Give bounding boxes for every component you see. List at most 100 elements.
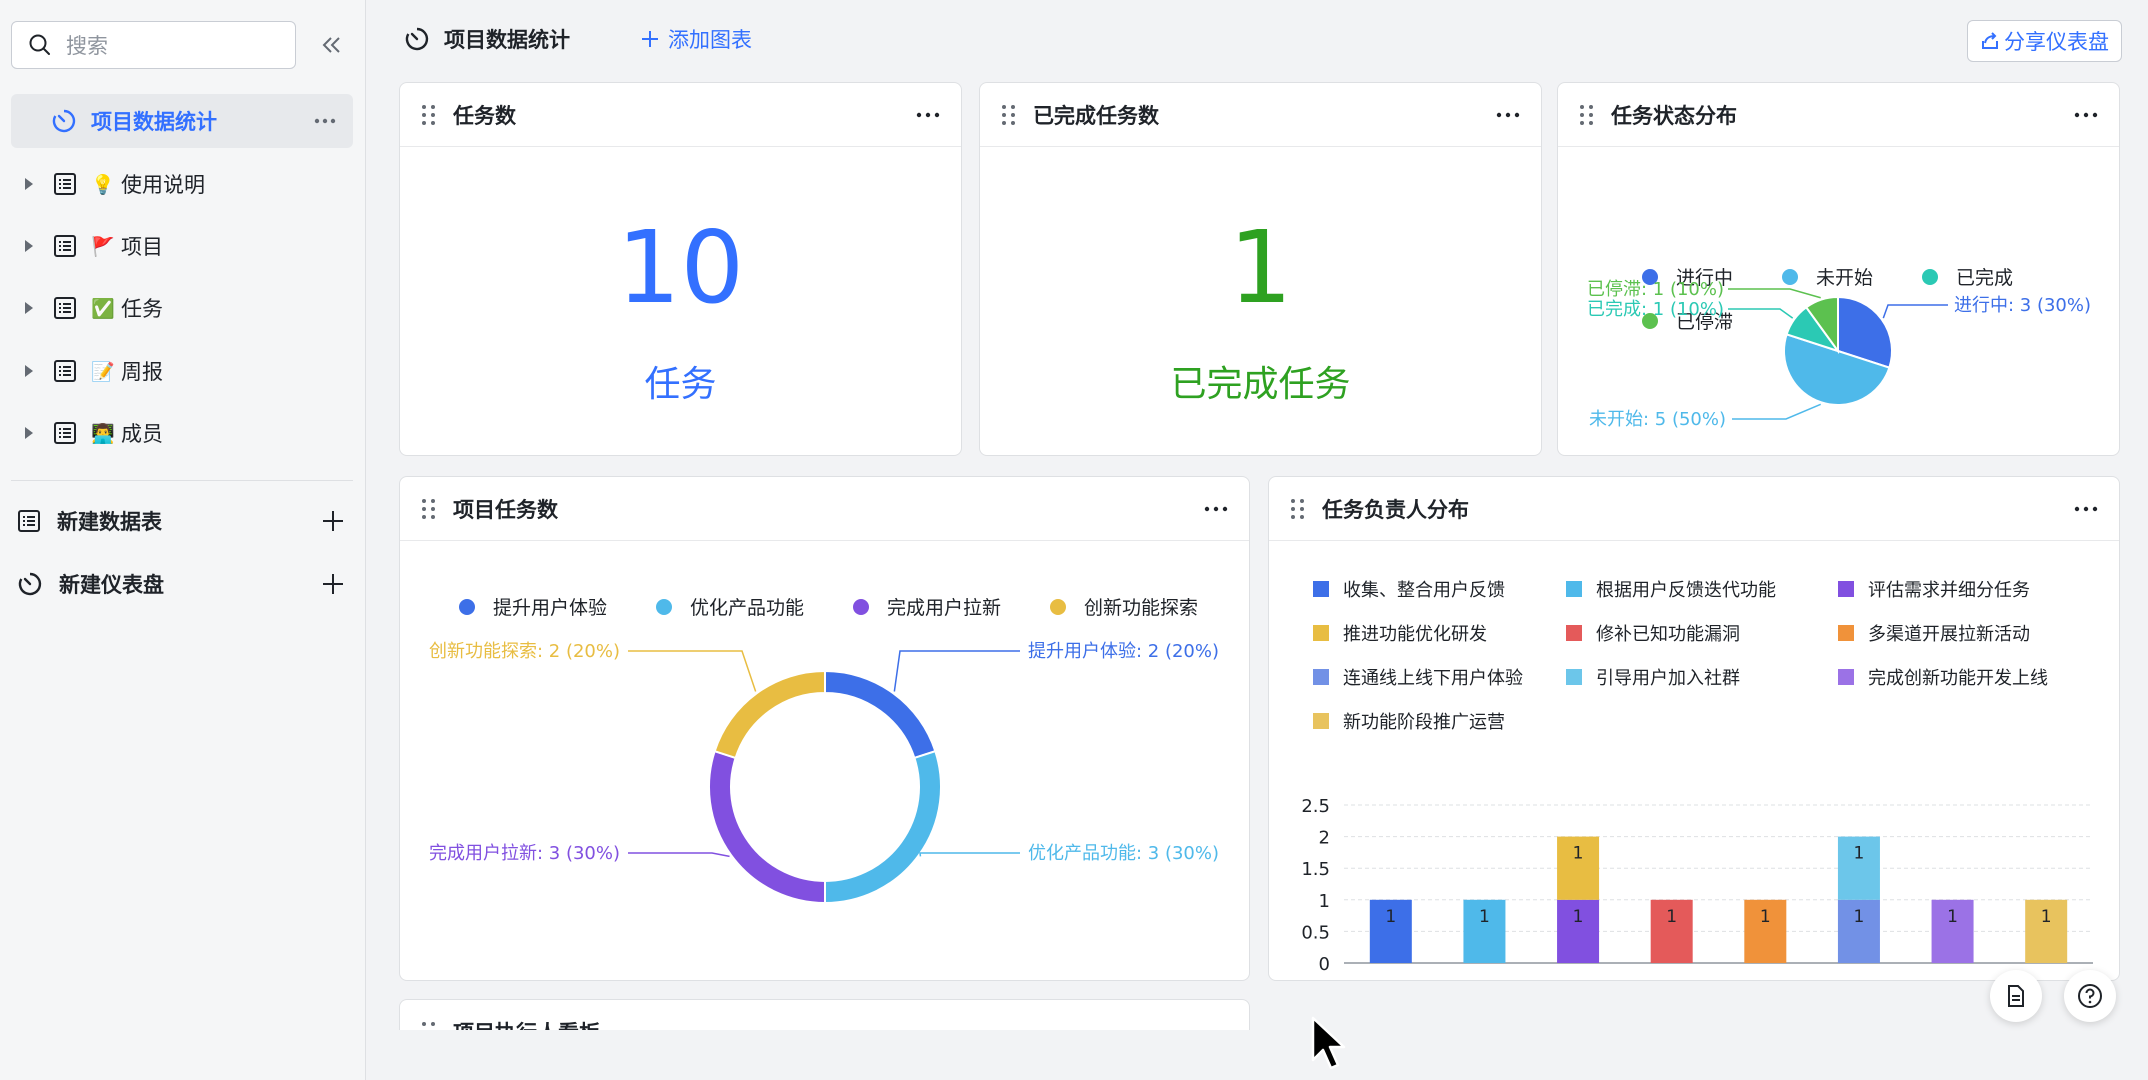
new-table-button[interactable]: 新建数据表: [11, 494, 353, 548]
y-tick-label: 2: [1319, 828, 1330, 849]
data-label: 优化产品功能: 3 (30%): [1028, 843, 1219, 864]
legend-label: 新功能阶段推广运营: [1343, 712, 1505, 733]
card-title: 已完成任务数: [1033, 103, 1159, 128]
plus-icon: [642, 31, 658, 47]
plus-icon[interactable]: [321, 509, 345, 533]
legend-label: 评估需求并细分任务: [1868, 580, 2030, 601]
sidebar-item-weekly[interactable]: 📝 周报: [11, 344, 353, 398]
data-label: 创新功能探索: 2 (20%): [429, 641, 620, 662]
label-leader-line: [1728, 288, 1821, 299]
legend-marker: [1566, 669, 1582, 685]
legend-item: 创新功能探索: [1050, 597, 1198, 619]
more-icon[interactable]: [311, 107, 339, 135]
legend-item: 根据用户反馈迭代功能: [1566, 580, 1776, 601]
sidebar-item-label: 任务: [121, 297, 163, 321]
legend-marker: [1566, 581, 1582, 597]
page-title-text: 项目数据统计: [444, 28, 570, 52]
share-label: 分享仪表盘: [2004, 30, 2109, 54]
pie-slice: [713, 669, 826, 760]
sidebar-item-label: 项目: [121, 235, 163, 259]
data-label: 提升用户体验: 2 (20%): [1028, 641, 1219, 662]
caret-right-icon[interactable]: [25, 240, 33, 252]
sidebar-item-task[interactable]: ✅ 任务: [11, 281, 353, 335]
legend-item: 引导用户加入社群: [1566, 668, 1740, 689]
label-leader-line: [1732, 403, 1821, 420]
data-label: 进行中: 3 (30%): [1954, 295, 2091, 316]
legend-item: 评估需求并细分任务: [1838, 580, 2030, 601]
drag-handle-icon[interactable]: [1002, 104, 1015, 125]
caret-right-icon[interactable]: [25, 302, 33, 314]
card-owner-distribution: 任务负责人分布 收集、整合用户反馈 根据用户反馈迭代功能 评估需求并细分任务 推进功能…: [1268, 476, 2120, 981]
share-dashboard-button[interactable]: 分享仪表盘: [1967, 20, 2122, 62]
drag-handle-icon[interactable]: [1580, 104, 1593, 125]
card-header: 项目任务数: [400, 477, 1249, 541]
header: 项目数据统计 添加图表 分享仪表盘: [366, 0, 2148, 80]
new-table-label: 新建数据表: [57, 510, 162, 534]
y-tick-label: 2.5: [1301, 796, 1330, 817]
plus-icon[interactable]: [321, 572, 345, 596]
legend-marker: [1313, 669, 1329, 685]
more-icon[interactable]: [2071, 495, 2101, 523]
sidebar-item-guide[interactable]: 💡 使用说明: [11, 157, 353, 211]
card-header: 已完成任务数: [980, 83, 1541, 147]
drag-handle-icon[interactable]: [1291, 498, 1304, 519]
card-done-count: 已完成任务数 1 已完成任务: [979, 82, 1542, 456]
legend-label: 创新功能探索: [1084, 597, 1198, 619]
dashboard-icon: [405, 27, 429, 51]
pie-slice: [824, 669, 937, 760]
new-dashboard-label: 新建仪表盘: [59, 573, 164, 597]
legend-label: 已完成: [1956, 267, 2013, 289]
data-label: 已完成: 1 (10%): [1587, 299, 1724, 320]
card-header: 任务状态分布: [1558, 83, 2119, 147]
legend-item: 修补已知功能漏洞: [1566, 624, 1740, 645]
sidebar-item-project[interactable]: 🚩 项目: [11, 219, 353, 273]
legend-marker: [459, 599, 475, 615]
collapse-sidebar-button[interactable]: [316, 30, 346, 60]
sidebar-item-label: 项目数据统计: [91, 110, 217, 134]
more-icon[interactable]: [1493, 101, 1523, 129]
data-label: 已停滞: 1 (10%): [1587, 279, 1724, 300]
label-leader-line: [1882, 304, 1948, 319]
caret-right-icon[interactable]: [25, 427, 33, 439]
legend-item: 多渠道开展拉新活动: [1838, 624, 2030, 645]
legend-item: 连通线上线下用户体验: [1313, 668, 1523, 689]
pie-slice: [824, 749, 942, 905]
caret-right-icon[interactable]: [25, 178, 33, 190]
legend-label: 未开始: [1816, 267, 1873, 289]
sidebar: 搜索 项目数据统计 💡 使用说明 🚩 项目 ✅ 任务 📝 周报 👨‍💻 成员: [0, 0, 366, 1080]
legend-label: 修补已知功能漏洞: [1596, 624, 1740, 645]
help-button[interactable]: [2064, 970, 2116, 1022]
search-input[interactable]: 搜索: [11, 21, 296, 69]
more-icon[interactable]: [913, 101, 943, 129]
bar-value-label: 1: [1573, 844, 1584, 864]
bar-value-label: 1: [1479, 907, 1490, 927]
y-tick-label: 1.5: [1301, 859, 1330, 880]
drag-handle-icon[interactable]: [422, 104, 435, 125]
document-button[interactable]: [1990, 970, 2042, 1022]
flag-icon: 🚩: [91, 235, 115, 258]
card-title: 任务数: [453, 103, 516, 128]
sidebar-item-dashboard[interactable]: 项目数据统计: [11, 94, 353, 148]
search-icon: [29, 34, 50, 55]
legend-label: 根据用户反馈迭代功能: [1596, 580, 1776, 601]
legend-marker: [1838, 581, 1854, 597]
card-project-tasks: 项目任务数 提升用户体验 优化产品功能 完成用户拉新 创新功能探索 提升用户体验: 2 …: [399, 476, 1250, 981]
legend-marker: [1922, 269, 1938, 285]
new-dashboard-button[interactable]: 新建仪表盘: [11, 557, 353, 611]
legend-item: 完成创新功能开发上线: [1838, 668, 2048, 689]
help-icon: [2078, 984, 2102, 1008]
legend-marker: [1838, 625, 1854, 641]
bar-value-label: 1: [1666, 907, 1677, 927]
add-chart-button[interactable]: 添加图表: [640, 24, 752, 54]
legend-label: 完成创新功能开发上线: [1868, 668, 2048, 689]
legend-marker: [1313, 581, 1329, 597]
double-chevron-left-icon: [322, 37, 340, 53]
more-icon[interactable]: [2071, 101, 2101, 129]
check-mark-icon: ✅: [91, 297, 115, 320]
card-header: 任务负责人分布: [1269, 477, 2119, 541]
drag-handle-icon[interactable]: [422, 498, 435, 519]
more-icon[interactable]: [1201, 495, 1231, 523]
legend-item: 新功能阶段推广运营: [1313, 712, 1505, 733]
sidebar-item-members[interactable]: 👨‍💻 成员: [11, 406, 353, 460]
caret-right-icon[interactable]: [25, 365, 33, 377]
